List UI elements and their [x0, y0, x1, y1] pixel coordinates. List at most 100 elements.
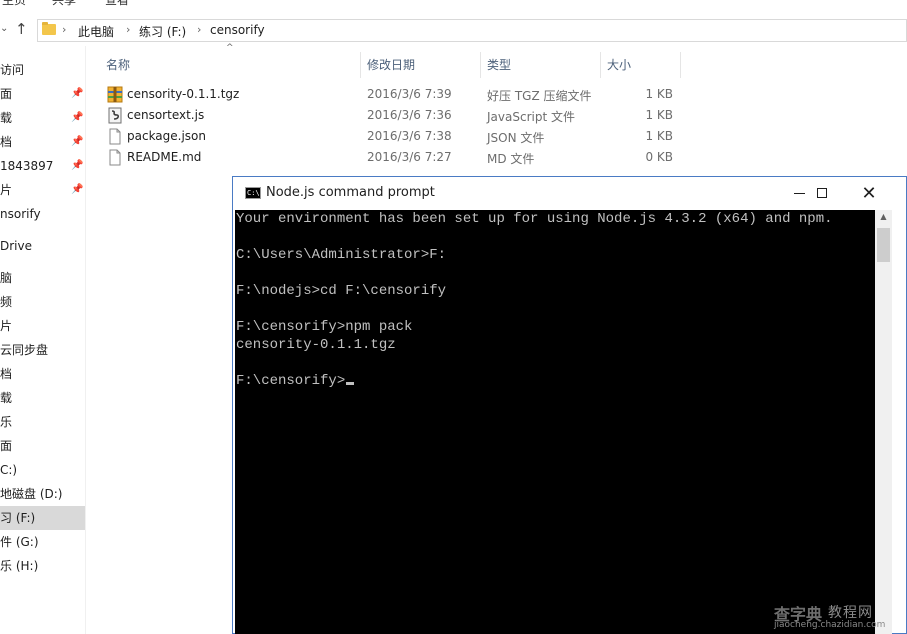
watermark-logo: 查字典 教程网 jiaocheng.chazidian.com [772, 601, 900, 632]
column-header-size[interactable]: 大小 [607, 52, 631, 78]
archive-icon [107, 86, 123, 103]
recent-locations-chevron-icon[interactable]: ⌄ [0, 23, 8, 34]
column-header-date[interactable]: 修改日期 [367, 52, 415, 78]
sidebar-item-label: 面 [0, 87, 13, 101]
sidebar-item-label: 乐 [0, 415, 13, 429]
tab-share[interactable]: 共享 [52, 0, 76, 8]
sidebar-item-label: 脑 [0, 271, 13, 285]
file-name: censority-0.1.1.tgz [127, 87, 240, 101]
sidebar-item[interactable]: Drive [0, 234, 85, 258]
sidebar-item-label: 载 [0, 391, 13, 405]
breadcrumb-this-pc[interactable]: 此电脑 [78, 23, 114, 40]
console-output[interactable]: Your environment has been set up for usi… [235, 210, 875, 634]
console-prompt-line[interactable]: F:\censorify> [236, 372, 355, 390]
file-name: README.md [127, 150, 202, 164]
column-divider[interactable] [480, 52, 481, 78]
file-type: JavaScript 文件 [487, 110, 575, 124]
file-type: 好压 TGZ 压缩文件 [487, 89, 592, 103]
breadcrumb-drive-f[interactable]: 练习 (F:) [139, 23, 186, 40]
sidebar-item-label: 云同步盘 [0, 343, 49, 357]
console-line: F:\censorify>npm pack [236, 319, 413, 335]
sidebar-item[interactable]: 面 📌 [0, 82, 85, 106]
close-icon: ✕ [861, 183, 877, 204]
breadcrumb-chevron-icon[interactable]: › [126, 23, 130, 36]
column-header-name[interactable]: 名称 [106, 52, 130, 78]
sidebar-item[interactable]: 载 📌 [0, 106, 85, 130]
sidebar-item-label: 乐 (H:) [0, 559, 39, 573]
sidebar-item[interactable]: 档 📌 [0, 130, 85, 154]
pin-icon[interactable]: 📌 [71, 130, 83, 154]
file-row[interactable]: censority-0.1.1.tgz 2016/3/6 7:39 好压 TGZ… [100, 84, 690, 105]
sidebar-item-label: 档 [0, 367, 13, 381]
sidebar-item[interactable]: C:) [0, 458, 85, 482]
file-row[interactable]: censortext.js 2016/3/6 7:36 JavaScript 文… [100, 105, 690, 126]
sidebar-item-label: 1843897 [0, 159, 54, 173]
cmd-window[interactable]: C:\ Node.js command prompt ✕ Your enviro… [232, 176, 907, 634]
file-name: package.json [127, 129, 207, 143]
sidebar-item[interactable]: 面 [0, 434, 85, 458]
column-divider[interactable] [600, 52, 601, 78]
sidebar-item[interactable]: 档 [0, 362, 85, 386]
close-button[interactable]: ✕ [846, 177, 892, 210]
column-header-type[interactable]: 类型 [487, 52, 511, 78]
address-bar[interactable]: › 此电脑 › 练习 (F:) › censorify [37, 19, 907, 42]
cmd-title-bar[interactable]: C:\ Node.js command prompt ✕ [233, 177, 906, 210]
pin-icon[interactable]: 📌 [71, 154, 83, 178]
sidebar-item[interactable]: 访问 [0, 58, 85, 82]
sidebar-item-label: nsorify [0, 207, 41, 221]
script-icon [108, 107, 122, 124]
file-size: 1 KB [645, 129, 673, 143]
column-divider[interactable] [360, 52, 361, 78]
console-line: Your environment has been set up for usi… [236, 211, 833, 227]
maximize-button[interactable] [800, 177, 846, 210]
file-size: 0 KB [645, 150, 673, 164]
column-divider[interactable] [680, 52, 681, 78]
breadcrumb-censorify[interactable]: censorify [210, 23, 265, 37]
file-row[interactable]: README.md 2016/3/6 7:27 MD 文件 0 KB [100, 147, 690, 168]
sidebar-item[interactable]: 脑 [0, 266, 85, 290]
sidebar-item[interactable]: 载 [0, 386, 85, 410]
sidebar-item-label: 频 [0, 295, 13, 309]
scrollbar-thumb[interactable] [877, 228, 890, 262]
sidebar-item-label: 片 [0, 319, 13, 333]
sidebar-item[interactable]: 片 [0, 314, 85, 338]
file-date: 2016/3/6 7:36 [367, 108, 452, 122]
sidebar-item-selected[interactable]: 习 (F:) [0, 506, 85, 530]
pin-icon[interactable]: 📌 [71, 82, 83, 106]
ribbon-tabs: 主页 共享 查看 [0, 0, 907, 9]
scroll-up-arrow-icon[interactable]: ▲ [875, 212, 892, 221]
sidebar-item[interactable]: 频 [0, 290, 85, 314]
console-line: F:\nodejs>cd F:\censorify [236, 283, 447, 299]
sidebar-item-label: 面 [0, 439, 13, 453]
sidebar-item-label: 档 [0, 135, 13, 149]
tab-home[interactable]: 主页 [2, 0, 26, 8]
sidebar-item[interactable]: 片 📌 [0, 178, 85, 202]
file-row[interactable]: package.json 2016/3/6 7:38 JSON 文件 1 KB [100, 126, 690, 147]
sidebar-item[interactable]: 件 (G:) [0, 530, 85, 554]
sidebar-item[interactable]: 乐 (H:) [0, 554, 85, 578]
maximize-icon [817, 188, 827, 198]
sidebar-item-label: 访问 [0, 63, 25, 77]
sidebar-item[interactable]: 乐 [0, 410, 85, 434]
tab-view[interactable]: 查看 [105, 0, 129, 8]
pin-icon[interactable]: 📌 [71, 106, 83, 130]
sidebar-item[interactable]: 1843897 📌 [0, 154, 85, 178]
console-icon: C:\ [245, 187, 261, 199]
breadcrumb-chevron-icon[interactable]: › [62, 23, 66, 36]
sidebar-item-label: Drive [0, 239, 32, 253]
text-cursor [346, 382, 355, 385]
up-arrow-icon[interactable]: ↑ [15, 20, 28, 38]
vertical-scrollbar[interactable]: ▲ [875, 210, 892, 634]
sidebar-item-label: 载 [0, 111, 13, 125]
file-size: 1 KB [645, 87, 673, 101]
sidebar-item-label: 件 (G:) [0, 535, 39, 549]
sidebar-item-label: 片 [0, 183, 13, 197]
breadcrumb-chevron-icon[interactable]: › [197, 23, 201, 36]
console-line: C:\Users\Administrator>F: [236, 247, 447, 263]
sidebar-item[interactable]: 云同步盘 [0, 338, 85, 362]
file-name: censortext.js [127, 108, 205, 122]
file-type: MD 文件 [487, 152, 535, 166]
pin-icon[interactable]: 📌 [71, 178, 83, 202]
sidebar-item[interactable]: nsorify [0, 202, 85, 226]
sidebar-item[interactable]: 地磁盘 (D:) [0, 482, 85, 506]
